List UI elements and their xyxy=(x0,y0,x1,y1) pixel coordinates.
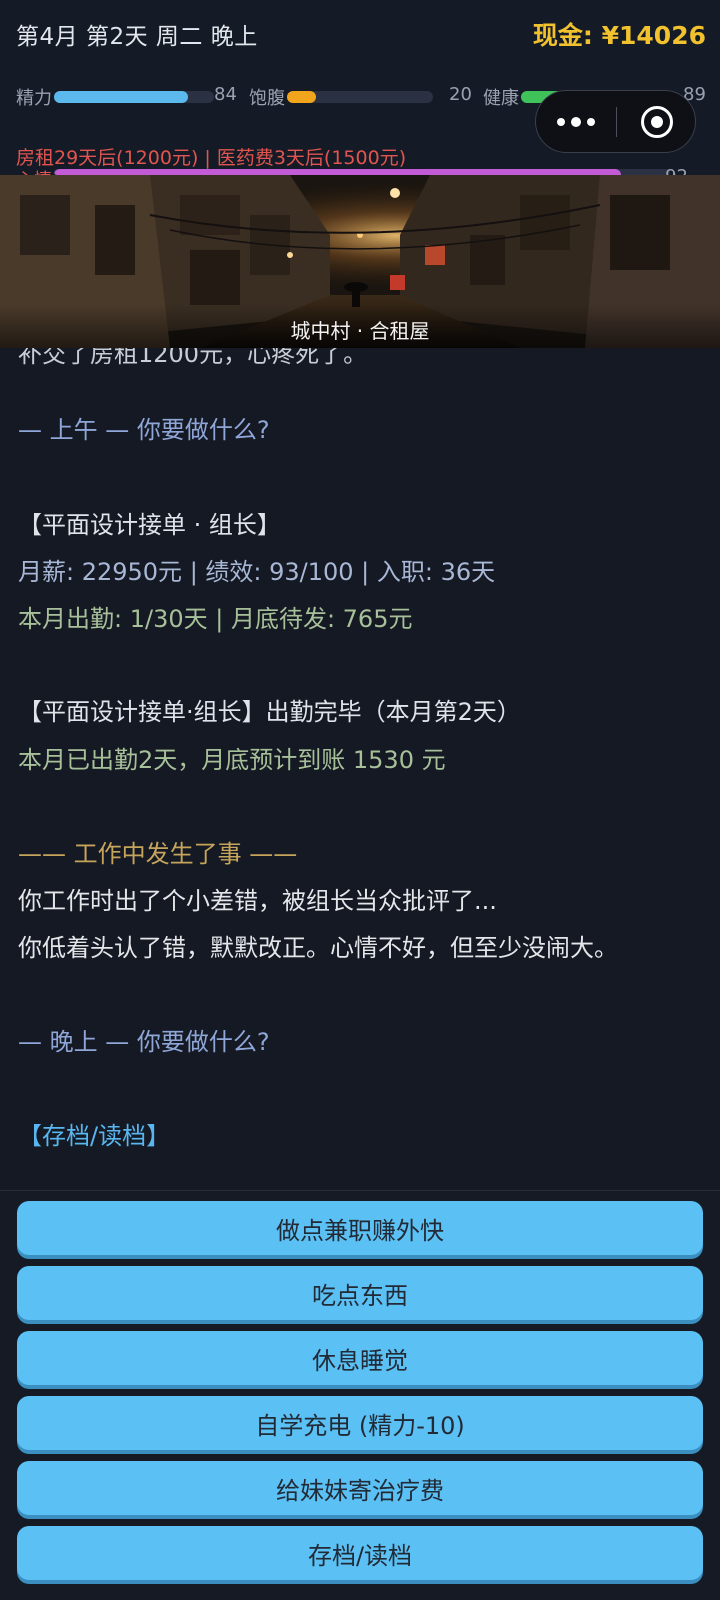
story-log[interactable]: 补交了房租1200元，心疼死了。 — 上午 — 你要做什么? 【平面设计接单 ·… xyxy=(0,348,720,1188)
stat-health-label: 健康 xyxy=(483,88,519,109)
log-work-summary: 本月已出勤2天，月底预计到账 1530 元 xyxy=(18,746,446,774)
date-time-label: 第4月 第2天 周二 晚上 xyxy=(16,24,258,50)
stat-fullness-track xyxy=(287,91,433,103)
side-job-button[interactable]: 做点兼职赚外快 xyxy=(17,1201,703,1255)
stat-energy-track xyxy=(54,91,214,103)
stat-mood-label: 心情 xyxy=(16,166,52,175)
stat-fullness-label: 饱腹 xyxy=(249,88,285,109)
stat-fullness-fill xyxy=(287,91,317,103)
log-evening-prompt: — 晚上 — 你要做什么? xyxy=(18,1028,270,1056)
target-close-icon[interactable] xyxy=(617,91,697,152)
eat-button[interactable]: 吃点东西 xyxy=(17,1266,703,1320)
save-load-button[interactable]: 存档/读档 xyxy=(17,1526,703,1580)
log-event-line-1: 你工作时出了个小差错，被组长当众批评了... xyxy=(18,887,497,915)
log-attendance: 本月出勤: 1/30天 | 月底待发: 765元 xyxy=(18,605,413,633)
stat-energy-value: 84 xyxy=(214,84,237,105)
log-clipped-line: 补交了房租1200元，心疼死了。 xyxy=(18,348,368,368)
stat-energy-label: 精力 xyxy=(16,88,52,109)
more-dots-icon[interactable] xyxy=(536,91,616,152)
stat-energy: 精力 84 xyxy=(16,84,238,109)
send-medical-fee-button[interactable]: 给妹妹寄治疗费 xyxy=(17,1461,703,1515)
scene-location-caption: 城中村 · 合租屋 xyxy=(290,319,430,343)
log-event-line-2: 你低着头认了错，默默改正。心情不好，但至少没闹大。 xyxy=(18,934,618,962)
log-save-load-link[interactable]: 【存档/读档】 xyxy=(18,1116,170,1151)
miniprogram-capsule xyxy=(535,90,696,153)
action-panel: 做点兼职赚外快 吃点东西 休息睡觉 自学充电 (精力-10) 给妹妹寄治疗费 存… xyxy=(0,1190,720,1600)
stat-fullness: 饱腹 20 xyxy=(249,84,472,109)
log-job-info: 月薪: 22950元 | 绩效: 93/100 | 入职: 36天 xyxy=(18,558,496,586)
log-morning-prompt: — 上午 — 你要做什么? xyxy=(18,416,270,444)
status-header: 第4月 第2天 周二 晚上 现金: ¥14026 精力 84 饱腹 20 健康 … xyxy=(0,0,720,175)
stat-fullness-value: 20 xyxy=(449,84,472,105)
bills-warning: 房租29天后(1200元) | 医药费3天后(1500元) xyxy=(16,147,407,169)
stat-energy-fill xyxy=(54,91,189,103)
log-event-title: —— 工作中发生了事 —— xyxy=(18,840,298,868)
self-study-button[interactable]: 自学充电 (精力-10) xyxy=(17,1396,703,1450)
log-job-title: 【平面设计接单 · 组长】 xyxy=(18,511,281,539)
cash-balance: 现金: ¥14026 xyxy=(532,21,706,50)
sleep-button[interactable]: 休息睡觉 xyxy=(17,1331,703,1385)
scene-banner: 城中村 · 合租屋 xyxy=(0,175,720,348)
stat-mood-value: 92 xyxy=(665,166,688,175)
log-work-done: 【平面设计接单·组长】出勤完毕（本月第2天） xyxy=(18,698,521,726)
